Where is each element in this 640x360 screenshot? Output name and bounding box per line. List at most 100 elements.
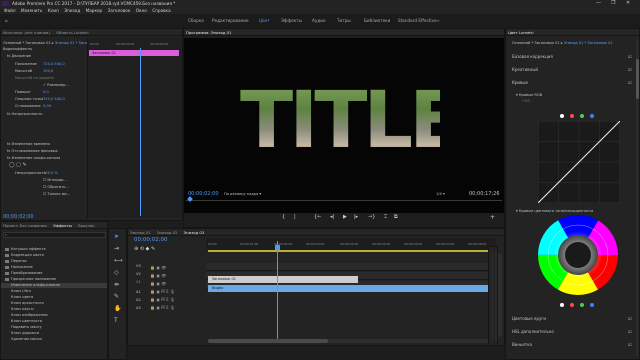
curves-checkbox[interactable]: ☑ [628,80,632,85]
mask-only-checkbox[interactable]: ☐ Только ма... [43,192,70,197]
creative-checkbox[interactable]: ☑ [628,67,632,72]
lumetri-scroll-thumb[interactable] [636,59,639,99]
ripple-edit-tool-icon[interactable]: ⟷ [114,257,123,264]
curve-channel-white[interactable] [560,114,564,118]
menu-help[interactable]: Справка [152,7,170,14]
param-opacity-value[interactable]: 100,0 % [43,171,58,176]
effects-search-input[interactable] [3,232,106,238]
go-to-out-button[interactable]: →} [368,213,375,221]
tab-sequence-03[interactable]: Эпизод 03 [184,230,205,235]
effect-tracking[interactable]: fx Отслеживание фоновых [7,149,58,154]
play-button[interactable]: ▶ [343,213,347,221]
hue-saturation-wheel[interactable] [538,215,618,295]
effects-list-item[interactable]: Наложение [5,265,33,270]
menu-file[interactable]: Файл [4,7,16,14]
razor-tool-icon[interactable]: ◇ [114,269,119,276]
effects-list-item-selected[interactable]: Изменение альфа-канала [1,283,107,288]
maximize-button[interactable]: ❐ [611,0,615,7]
tab-sequence-01[interactable]: Эпизод 01 [130,230,151,235]
timeline-playhead[interactable] [277,241,278,341]
lumetri-clip-selector[interactable]: Основной * Заголовок 01 ▸ Эпизод 01 * За… [512,41,613,46]
tab-lumetri-color[interactable]: Цвет Lumetri [508,30,534,35]
tab-source[interactable]: Источник: (нет клипов) [3,30,50,35]
program-timecode[interactable]: 00;00;02;00 [188,192,219,197]
effect-motion[interactable]: fx Движение [7,54,31,59]
menu-window[interactable]: Окно [136,7,147,14]
effects-list-item[interactable]: Прозрачное наложение [5,277,56,282]
section-creative[interactable]: Креативный [512,67,538,72]
section-curves[interactable]: Кривые [512,80,528,85]
timeline-clip-video[interactable]: Видео [208,285,496,292]
workspace-tab-audio[interactable]: Аудио [312,14,326,28]
timeline-v-scrollbar[interactable] [498,253,502,337]
tab-browser[interactable]: Браузер [78,223,94,228]
effects-list-item[interactable]: Перенос [5,259,27,264]
effect-alpha-adjust[interactable]: fx Изменение альфа-канала [7,156,60,161]
effects-list-item[interactable]: Ключ яркостного [11,301,44,306]
menu-marker[interactable]: Маркер [86,7,103,14]
program-scrub-bar[interactable] [186,200,502,201]
effects-list-item[interactable]: Преобразование [5,271,42,276]
effect-controls-timecode[interactable]: 00;00;02;00 [3,215,34,220]
curve-channel-red[interactable] [570,114,574,118]
effects-list-item[interactable]: Ключ цветности [11,319,42,324]
step-forward-button[interactable]: |▸ [354,213,358,221]
workspace-tab-standard[interactable]: Standard Effective [398,14,437,28]
color-wheels-checkbox[interactable]: ☑ [628,316,632,321]
workspace-tab-titles[interactable]: Титры [337,14,351,28]
timeline-timecode[interactable]: 00;00;02;00 [134,237,168,243]
mark-out-button[interactable]: | [294,213,296,221]
hsl-checkbox[interactable]: ☑ [628,329,632,334]
uniform-scale-checkbox[interactable]: ✓ Равномер... [43,83,69,88]
rgb-curve-graph[interactable] [538,121,620,203]
vignette-checkbox[interactable]: ☑ [628,342,632,347]
curve-channel-green[interactable] [580,114,584,118]
effect-opacity[interactable]: fx Непрозрачность [7,112,43,117]
go-to-in-button[interactable]: {← [314,213,321,221]
close-button[interactable]: ✕ [626,0,630,7]
workspace-tab-libraries[interactable]: Библиотеки [364,14,390,28]
track-header-v1[interactable]: V1 [136,280,141,285]
curve-channel-blue[interactable] [590,114,594,118]
effects-list-item[interactable]: Ключ цвета [11,295,33,300]
workspace-tab-assembly[interactable]: Сборка [188,14,204,28]
workspace-tab-editing[interactable]: Редактирование [212,14,249,28]
section-vignette[interactable]: Виньетка [512,342,532,347]
work-area-bar[interactable] [208,250,496,252]
mini-timeline-clip[interactable]: Заголовок 01 [89,50,179,56]
basic-correction-checkbox[interactable]: ☑ [628,54,632,59]
mark-in-button[interactable]: { [282,213,285,221]
extract-button[interactable]: ⧉ [394,213,398,221]
effects-list-item[interactable]: Ключ изображения [11,313,48,318]
effect-controls-timeline[interactable]: 00;00 00;00;02;00 00;00;04;00 Заголовок … [87,38,181,218]
track-select-tool-icon[interactable]: ⇥ [114,245,119,252]
track-header-v2[interactable]: V2 [136,272,141,277]
huecurve-dot-green[interactable] [580,303,584,307]
huecurve-dot-red[interactable] [570,303,574,307]
timeline-playhead-handle[interactable] [275,245,280,250]
workspace-menu-icon[interactable]: » [437,14,440,28]
pen-tool-icon[interactable]: ✎ [114,293,119,300]
type-tool-icon[interactable]: T [114,317,118,324]
huecurve-dot-white[interactable] [560,303,564,307]
track-header-a3[interactable]: A3 [136,306,141,311]
effects-list-item[interactable]: Подавить маску [11,325,42,330]
param-anchor-value[interactable]: 720,0 540,0 [43,97,65,102]
section-color-wheels[interactable]: Цветовые круги [512,316,546,321]
step-back-button[interactable]: ◂| [330,213,334,221]
effects-list-item[interactable]: Удаление маски [11,337,42,342]
fit-dropdown[interactable]: По размеру кадра ▾ [224,192,261,197]
minimize-button[interactable]: — [596,0,601,7]
menu-title[interactable]: Заголовок [108,7,131,14]
menu-edit[interactable]: Изменить [21,7,42,14]
timeline-clip-title[interactable]: Заголовок 01 [208,276,358,283]
section-basic-correction[interactable]: Базовая коррекция [512,54,553,59]
hand-tool-icon[interactable]: ✋ [114,305,121,312]
mask-tools[interactable]: ◯ ▢ ✎ [9,163,27,168]
menu-clip[interactable]: Клип [48,7,59,14]
effects-list-item[interactable]: Коррекция цвета [5,253,44,258]
timeline-h-scroll-thumb[interactable] [208,339,328,343]
param-scale-value[interactable]: 100,0 [43,69,53,74]
resolution-dropdown[interactable]: 1/4 ▾ [436,192,445,197]
tab-sequence-02[interactable]: Эпизод 02 [157,230,178,235]
